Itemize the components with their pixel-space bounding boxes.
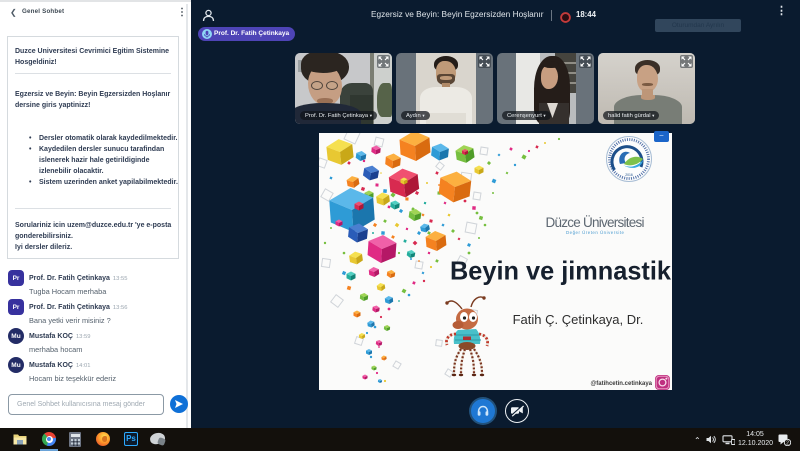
svg-text:Değer Üreten Üniversite: Değer Üreten Üniversite: [566, 230, 625, 235]
svg-text:Beyin ve jimnastik: Beyin ve jimnastik: [450, 256, 672, 286]
svg-text:Fatih Ç. Çetinkaya, Dr.: Fatih Ç. Çetinkaya, Dr.: [513, 312, 644, 327]
svg-text:@fatihcetin.cetinkaya: @fatihcetin.cetinkaya: [590, 381, 652, 387]
svg-text:2: 2: [786, 441, 789, 446]
svg-text:2016: 2016: [625, 173, 633, 177]
svg-text:Düzce Üniversitesi: Düzce Üniversitesi: [546, 215, 645, 230]
